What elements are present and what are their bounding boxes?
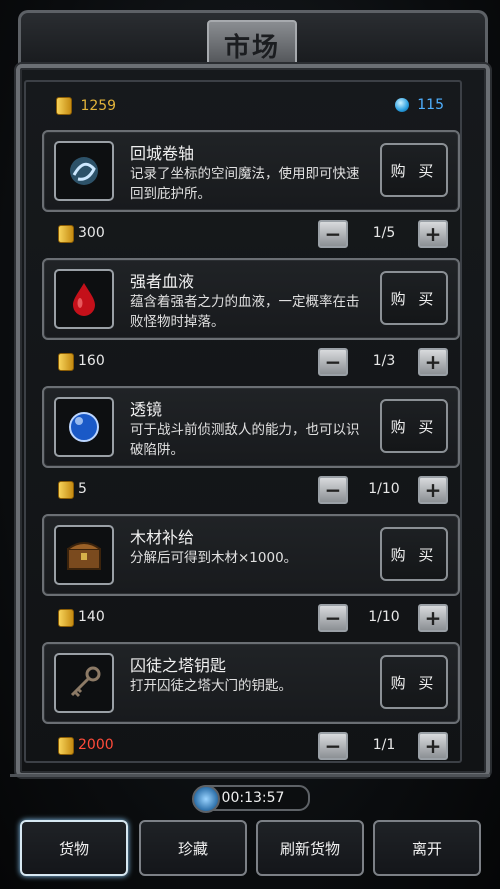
gem-amount: 115: [417, 97, 444, 113]
key-icon: [54, 653, 114, 713]
item-description: 分解后可得到木材×1000。: [130, 550, 298, 566]
quantity: 1/5: [372, 225, 396, 241]
scroll-icon: [54, 141, 114, 201]
item-price: 300: [78, 225, 105, 241]
item-description: 可于战斗前侦测敌人的能力，也可以识破陷阱。: [130, 422, 360, 458]
item-description: 蕴含着强者之力的血液，一定概率在击败怪物时掉落。: [130, 294, 360, 330]
wood-chest-icon: [54, 525, 114, 585]
price-row: 160 − 1/3 +: [56, 348, 448, 376]
market-title: 市场: [207, 20, 297, 70]
item-price: 160: [78, 353, 105, 369]
shop-item: 透镜 可于战斗前侦测敌人的能力，也可以识破陷阱。 购 买: [42, 386, 460, 468]
tab-treasures[interactable]: 珍藏: [139, 820, 247, 876]
gem-icon: [394, 98, 409, 112]
increase-button[interactable]: +: [418, 732, 448, 760]
increase-button[interactable]: +: [418, 476, 448, 504]
item-price: 2000: [78, 737, 114, 753]
shop-item: 囚徒之塔钥匙 打开囚徒之塔大门的钥匙。 购 买: [42, 642, 460, 724]
buy-button[interactable]: 购 买: [380, 271, 448, 325]
price-row: 5 − 1/10 +: [56, 476, 448, 504]
decrease-button[interactable]: −: [318, 732, 348, 760]
shop-item: 回城卷轴 记录了坐标的空间魔法，使用即可快速回到庇护所。 购 买: [42, 130, 460, 212]
price-row: 140 − 1/10 +: [56, 604, 448, 632]
tab-goods[interactable]: 货物: [20, 820, 128, 876]
clock-icon: [192, 785, 220, 813]
gold-coin-icon: [58, 737, 74, 755]
buy-button[interactable]: 购 买: [380, 143, 448, 197]
item-price: 140: [78, 609, 105, 625]
decrease-button[interactable]: −: [318, 476, 348, 504]
shop-item: 强者血液 蕴含着强者之力的血液，一定概率在击败怪物时掉落。 购 买: [42, 258, 460, 340]
blood-drop-icon: [54, 269, 114, 329]
decrease-button[interactable]: −: [318, 220, 348, 248]
gold-amount: 1259: [80, 98, 117, 114]
quantity: 1/1: [372, 737, 396, 753]
shop-item: 木材补给 分解后可得到木材×1000。 购 买: [42, 514, 460, 596]
lens-icon: [54, 397, 114, 457]
quantity: 1/3: [372, 353, 396, 369]
price-row: 2000 − 1/1 +: [56, 732, 448, 760]
item-name: 回城卷轴: [130, 144, 195, 163]
decrease-button[interactable]: −: [318, 604, 348, 632]
item-name: 透镜: [130, 400, 163, 419]
price-row: 300 − 1/5 +: [56, 220, 448, 248]
buy-button[interactable]: 购 买: [380, 655, 448, 709]
gold-coin-icon: [58, 225, 74, 243]
gold-coin-icon: [58, 353, 74, 371]
decrease-button[interactable]: −: [318, 348, 348, 376]
gold-coin-icon: [58, 481, 74, 499]
increase-button[interactable]: +: [418, 604, 448, 632]
refresh-timer: 00:13:57: [192, 785, 310, 813]
buy-button[interactable]: 购 买: [380, 527, 448, 581]
item-name: 强者血液: [130, 272, 195, 291]
refresh-goods-button[interactable]: 刷新货物: [256, 820, 364, 876]
quantity: 1/10: [368, 481, 400, 497]
leave-button[interactable]: 离开: [373, 820, 481, 876]
buy-button[interactable]: 购 买: [380, 399, 448, 453]
item-price: 5: [78, 481, 87, 497]
gold-coin-icon: [58, 609, 74, 627]
currency-row: 1259 115: [56, 97, 444, 119]
item-name: 木材补给: [130, 528, 195, 547]
item-name: 囚徒之塔钥匙: [130, 656, 227, 675]
increase-button[interactable]: +: [418, 348, 448, 376]
gold-coin-icon: [56, 97, 72, 115]
quantity: 1/10: [368, 609, 400, 625]
timer-text: 00:13:57: [221, 790, 285, 806]
item-description: 记录了坐标的空间魔法，使用即可快速回到庇护所。: [130, 166, 360, 202]
item-description: 打开囚徒之塔大门的钥匙。: [130, 678, 292, 694]
increase-button[interactable]: +: [418, 220, 448, 248]
